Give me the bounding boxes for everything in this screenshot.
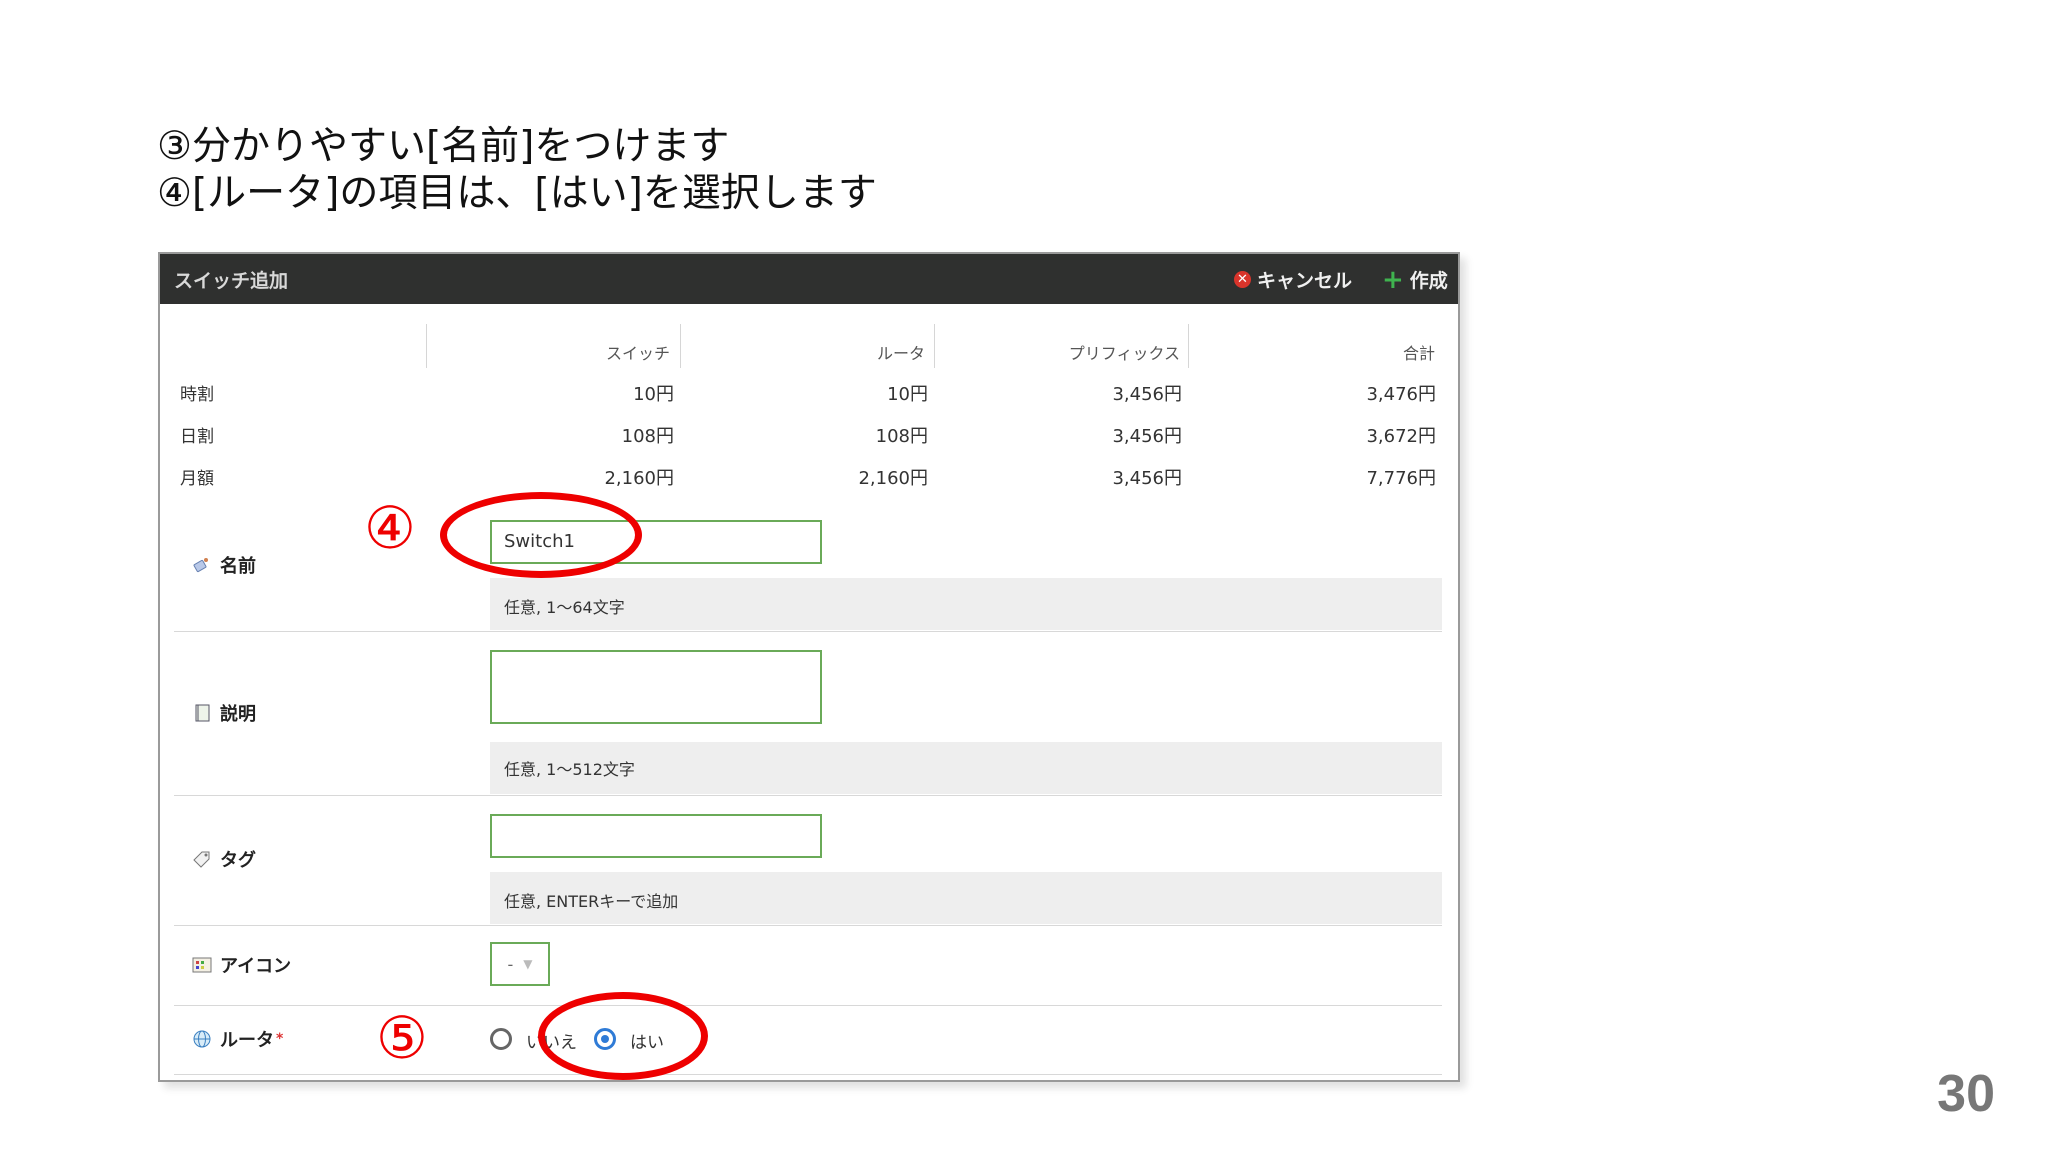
add-switch-dialog: スイッチ追加 ✕ キャンセル + 作成 スイッチ ルータ プリフィックス 合計 … — [158, 252, 1460, 1082]
tags-input[interactable] — [490, 814, 822, 858]
price-cell: 3,456円 — [1112, 384, 1182, 405]
required-mark: * — [276, 1031, 284, 1047]
slide-instruction-2: ④[ルータ]の項目は、[はい]を選択します — [157, 171, 877, 216]
icon-select-value: - — [507, 954, 514, 974]
header-prefix: プリフィックス — [1068, 344, 1180, 363]
price-cell: 7,776円 — [1366, 468, 1436, 489]
column-divider — [426, 324, 427, 368]
create-label: 作成 — [1409, 270, 1448, 292]
globe-icon — [193, 1030, 211, 1048]
name-tag-icon — [193, 558, 208, 573]
name-label: 名前 — [192, 552, 256, 578]
dialog-titlebar: スイッチ追加 ✕ キャンセル + 作成 — [160, 254, 1458, 304]
price-cell: 3,456円 — [1112, 468, 1182, 489]
price-cell: 10円 — [887, 384, 928, 405]
router-no-radio[interactable] — [490, 1028, 512, 1050]
column-divider — [1188, 324, 1189, 368]
price-cell: 3,476円 — [1366, 384, 1436, 405]
column-divider — [680, 324, 681, 368]
chevron-down-icon: ▼ — [523, 957, 533, 971]
tags-hint: 任意, ENTERキーで追加 — [504, 892, 679, 911]
name-label-text: 名前 — [220, 556, 256, 577]
dialog-title: スイッチ追加 — [174, 270, 289, 292]
icon-label: アイコン — [192, 952, 291, 978]
description-label-text: 説明 — [220, 704, 256, 725]
header-total: 合計 — [1402, 344, 1435, 363]
divider — [174, 795, 1442, 796]
notebook-icon — [195, 704, 210, 722]
close-icon: ✕ — [1234, 271, 1251, 288]
annotation-step5: ⑤ — [376, 1004, 428, 1072]
tags-label-text: タグ — [220, 850, 256, 871]
price-cell: 108円 — [875, 426, 928, 447]
divider — [174, 1074, 1442, 1075]
row-label-daily: 日割 — [180, 427, 214, 447]
cancel-button[interactable]: ✕ キャンセル — [1234, 266, 1352, 293]
description-textarea[interactable] — [490, 650, 822, 724]
price-cell: 108円 — [621, 426, 674, 447]
header-router: ルータ — [876, 344, 925, 363]
cancel-label: キャンセル — [1257, 270, 1353, 292]
annotation-circle-name — [440, 492, 642, 578]
row-label-hourly: 時割 — [180, 385, 214, 405]
column-divider — [934, 324, 935, 368]
page-number: 30 — [1937, 1065, 1995, 1123]
create-button[interactable]: + 作成 — [1382, 266, 1448, 293]
price-cell: 3,672円 — [1366, 426, 1436, 447]
description-hint: 任意, 1〜512文字 — [504, 760, 635, 779]
plus-icon: + — [1382, 264, 1404, 295]
header-switch: スイッチ — [605, 344, 670, 363]
description-label: 説明 — [192, 700, 256, 726]
tags-label: タグ — [192, 846, 256, 872]
name-hint-bg — [490, 578, 1442, 630]
row-label-monthly: 月額 — [180, 469, 214, 489]
router-label: ルータ * — [192, 1026, 283, 1052]
icon-label-text: アイコン — [220, 956, 292, 977]
price-cell: 3,456円 — [1112, 426, 1182, 447]
router-label-text: ルータ — [220, 1030, 274, 1051]
divider — [174, 925, 1442, 926]
icon-grid-icon — [192, 957, 212, 973]
icon-select[interactable]: - ▼ — [490, 942, 550, 986]
tag-icon — [193, 851, 210, 868]
price-cell: 2,160円 — [858, 468, 928, 489]
annotation-circle-router — [538, 992, 708, 1080]
divider — [174, 1005, 1442, 1006]
annotation-step4: ④ — [364, 494, 416, 562]
divider — [174, 631, 1442, 632]
price-cell: 2,160円 — [604, 468, 674, 489]
price-cell: 10円 — [633, 384, 674, 405]
name-hint: 任意, 1〜64文字 — [504, 598, 625, 617]
